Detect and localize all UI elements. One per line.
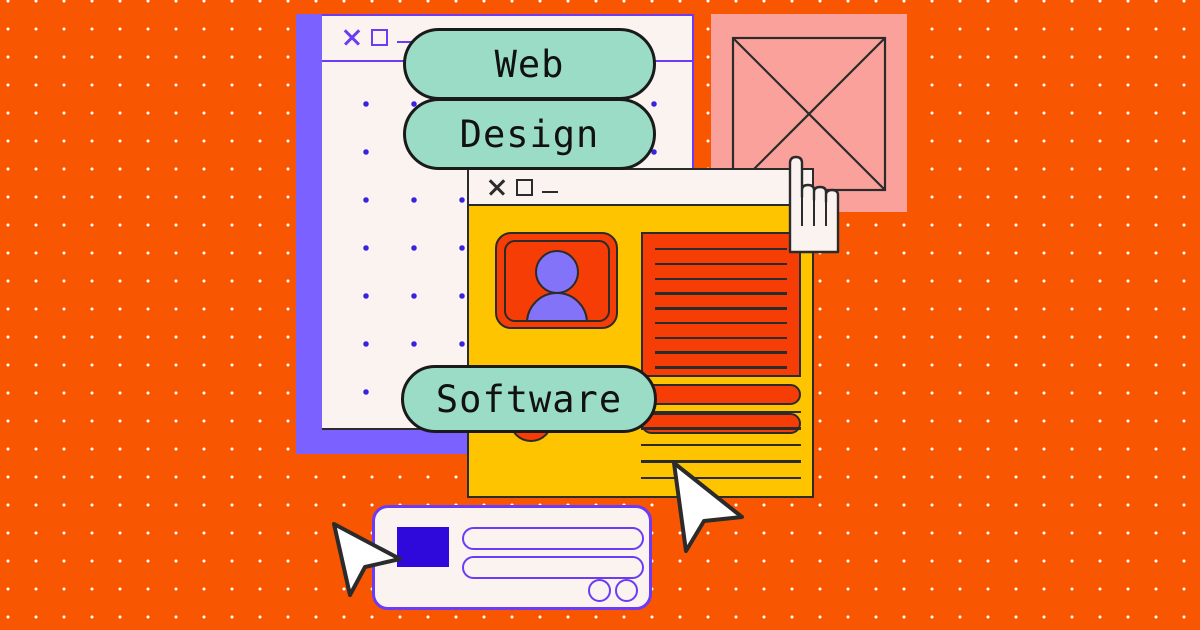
arrow-cursor-left <box>321 512 406 609</box>
avatar-head-icon <box>535 250 579 294</box>
pill-bar <box>641 384 801 405</box>
arrow-cursor-icon <box>672 461 744 553</box>
tag-pill-label: Web <box>494 42 565 86</box>
tag-pill-label: Software <box>435 377 623 421</box>
tag-pill-web[interactable]: Web <box>403 28 656 100</box>
text-line <box>655 262 787 266</box>
card-input-bar[interactable] <box>462 527 644 550</box>
text-line <box>641 411 801 414</box>
text-line <box>655 292 787 295</box>
window-side-panel <box>296 14 324 454</box>
card-toggle-circle[interactable] <box>588 579 611 602</box>
text-line <box>655 366 787 369</box>
user-avatar[interactable] <box>495 232 618 329</box>
notification-card[interactable] <box>372 505 652 610</box>
minimize-icon[interactable] <box>542 190 558 194</box>
window-side-bevel-top <box>296 14 322 40</box>
maximize-icon[interactable] <box>516 178 533 196</box>
arrow-cursor-icon <box>332 522 402 597</box>
window-side-bevel-bottom <box>296 428 322 454</box>
tag-pill-design[interactable]: Design <box>403 98 656 170</box>
text-line <box>655 248 787 251</box>
card-toggle-circle[interactable] <box>615 579 638 602</box>
hand-pointer-icon <box>788 155 840 254</box>
text-line <box>655 351 787 354</box>
browser-window-front[interactable] <box>467 168 814 498</box>
window-controls-front[interactable] <box>487 177 558 197</box>
text-line <box>641 443 801 447</box>
avatar-body-icon <box>526 292 588 320</box>
avatar-inner-frame <box>504 240 610 322</box>
text-line <box>655 307 787 310</box>
card-input-bar[interactable] <box>462 556 644 579</box>
window-front-titlebar[interactable] <box>467 168 814 206</box>
window-front-body <box>467 206 814 498</box>
close-icon[interactable] <box>342 27 362 47</box>
tag-pill-label: Design <box>459 112 600 156</box>
maximize-icon[interactable] <box>371 28 388 46</box>
text-line <box>655 277 787 280</box>
text-line <box>655 336 787 340</box>
window-controls-back[interactable] <box>342 27 413 47</box>
close-icon[interactable] <box>487 177 507 197</box>
arrow-cursor-right <box>655 457 747 562</box>
hand-pointer-cursor <box>772 152 850 269</box>
illustration-canvas: Web Design Software <box>0 0 1200 630</box>
text-line <box>641 427 801 430</box>
tag-pill-software[interactable]: Software <box>401 365 657 433</box>
text-line <box>655 321 787 325</box>
